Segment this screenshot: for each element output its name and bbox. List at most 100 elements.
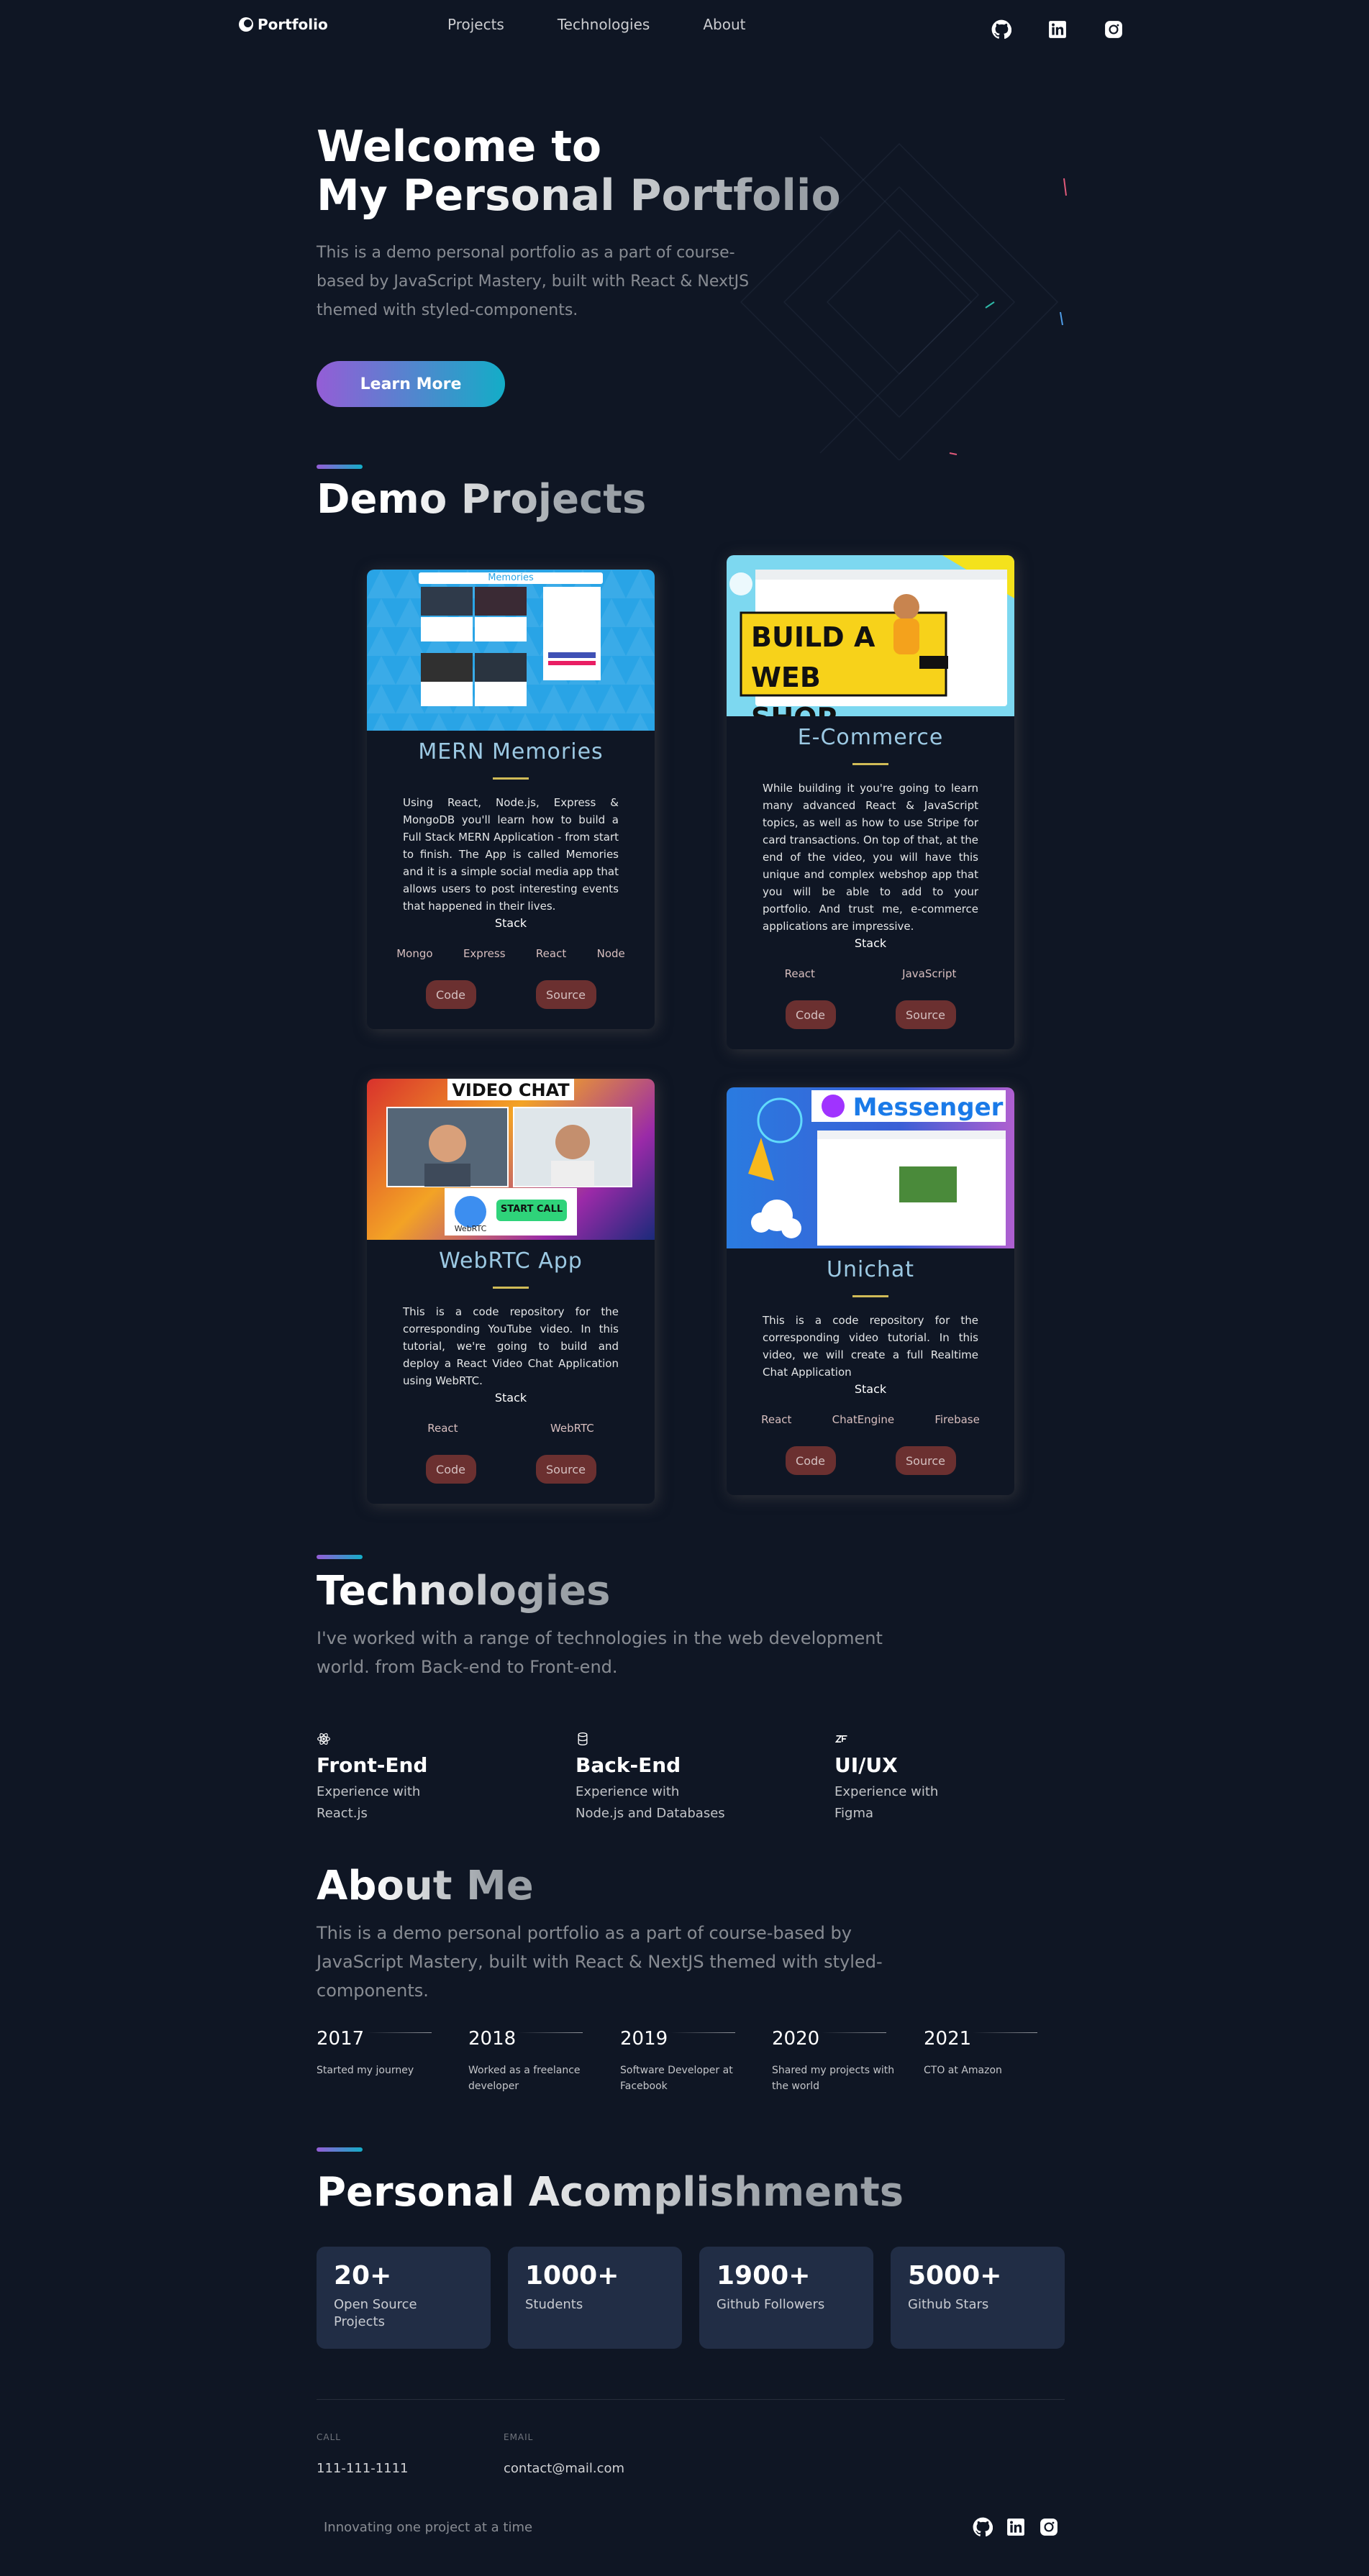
- webshop-image-title: BUILD A WEB SHOP: [751, 621, 875, 716]
- stat-label: Students: [525, 2297, 583, 2312]
- project-actions: Code Source: [367, 960, 655, 1029]
- tech-line: Experience with: [834, 1784, 939, 1799]
- timeline-connector: [367, 2032, 432, 2033]
- tech-line: Node.js and Databases: [576, 1806, 725, 1821]
- tag: ChatEngine: [832, 1413, 895, 1426]
- timeline-connector: [822, 2032, 886, 2033]
- tag: JavaScript: [902, 967, 957, 980]
- tag: React: [761, 1413, 792, 1426]
- timeline-connector: [670, 2032, 735, 2033]
- project-card-mern-memories: Memories MERN Memories Using React, Node…: [367, 570, 655, 1029]
- database-icon: [578, 1732, 588, 1746]
- project-tags: React WebRTC: [367, 1405, 655, 1435]
- timeline-connector: [518, 2032, 583, 2033]
- timeline-year: 2018: [468, 2028, 517, 2050]
- linkedin-icon[interactable]: [1047, 19, 1068, 40]
- about-title: About Me: [317, 1863, 534, 1909]
- tech-frontend: Front-End Experience with React.js: [317, 1732, 504, 1824]
- tech-title: UI/UX: [834, 1753, 898, 1777]
- call-label: CALL: [317, 2432, 341, 2442]
- project-description: While building it you're going to learn …: [763, 782, 978, 933]
- title-underline: [852, 1295, 888, 1297]
- stat-open-source: 20+ Open Source Projects: [317, 2247, 491, 2349]
- timeline-item-2021: 2021 CTO at Amazon: [924, 2028, 1068, 2078]
- project-image-unichat: Messenger: [727, 1087, 1014, 1248]
- project-image-ecommerce: BUILD A WEB SHOP: [727, 555, 1014, 716]
- stat-number: 20+: [334, 2261, 392, 2290]
- stat-number: 1000+: [525, 2261, 619, 2290]
- github-icon[interactable]: [991, 19, 1011, 40]
- stack-label: Stack: [854, 1382, 887, 1396]
- title-underline: [852, 763, 888, 765]
- code-button[interactable]: Code: [785, 1446, 836, 1475]
- project-image-webrtc: VIDEO CHAT START CALL WebRTC: [367, 1079, 655, 1240]
- title-underline: [493, 777, 529, 780]
- nav-link-technologies[interactable]: Technologies: [558, 16, 650, 33]
- stat-label: Github Followers: [717, 2297, 825, 2312]
- code-button[interactable]: Code: [425, 1455, 476, 1484]
- logo-text: Portfolio: [258, 16, 328, 33]
- stat-students: 1000+ Students: [508, 2247, 682, 2349]
- linkedin-icon[interactable]: [1006, 2517, 1026, 2537]
- tag: Node: [596, 947, 625, 960]
- nav-link-projects[interactable]: Projects: [447, 16, 504, 33]
- timeline-item-2020: 2020 Shared my projects with the world: [772, 2028, 916, 2094]
- site-logo[interactable]: Portfolio: [239, 16, 328, 33]
- call-value[interactable]: 111-111-1111: [317, 2461, 409, 2476]
- source-button[interactable]: Source: [535, 980, 596, 1009]
- stat-github-followers: 1900+ Github Followers: [699, 2247, 873, 2349]
- footer-divider: [317, 2399, 1065, 2400]
- nav-link-about[interactable]: About: [703, 16, 745, 33]
- timeline-connector: [973, 2032, 1037, 2033]
- email-value[interactable]: contact@mail.com: [504, 2461, 624, 2476]
- project-tags: Mongo Express React Node: [367, 930, 655, 960]
- hero-description: This is a demo personal portfolio as a p…: [317, 244, 750, 319]
- tech-line: Figma: [834, 1806, 874, 1821]
- stat-number: 1900+: [717, 2261, 811, 2290]
- instagram-icon[interactable]: [1104, 19, 1124, 40]
- tech-line: React.js: [317, 1806, 368, 1821]
- project-actions: Code Source: [727, 1426, 1014, 1495]
- timeline-year: 2019: [620, 2028, 668, 2050]
- technologies-title: Technologies: [317, 1568, 611, 1614]
- timeline-text: Worked as a freelance developer: [468, 2065, 581, 2092]
- zeplin-icon: [834, 1735, 847, 1743]
- source-button[interactable]: Source: [895, 1446, 956, 1475]
- videochat-preview-illustration: [386, 1079, 632, 1236]
- title-underline: [493, 1287, 529, 1289]
- github-icon[interactable]: [973, 2517, 993, 2537]
- instagram-icon[interactable]: [1039, 2517, 1059, 2537]
- tech-description: Experience with React.js: [317, 1781, 504, 1824]
- main-nav: Projects Technologies About: [447, 16, 745, 33]
- stat-github-stars: 5000+ Github Stars: [891, 2247, 1065, 2349]
- source-button[interactable]: Source: [535, 1455, 596, 1484]
- code-button[interactable]: Code: [785, 1000, 836, 1029]
- tech-description: Experience with Figma: [834, 1781, 1022, 1824]
- timeline-text: Shared my projects with the world: [772, 2065, 895, 2092]
- footer-social-links: [973, 2517, 1059, 2537]
- project-title: WebRTC App: [439, 1248, 583, 1274]
- timeline-year: 2017: [317, 2028, 365, 2050]
- timeline-item-2018: 2018 Worked as a freelance developer: [468, 2028, 612, 2094]
- section-divider-technologies: [317, 1555, 363, 1559]
- tag: WebRTC: [550, 1422, 594, 1435]
- header-social-links: [991, 19, 1124, 40]
- project-card-webrtc: VIDEO CHAT START CALL WebRTC WebRTC App …: [367, 1079, 655, 1504]
- timeline-text: Started my journey: [317, 2065, 414, 2076]
- accomplishments-title: Personal Acomplishments: [317, 2169, 904, 2216]
- project-title: MERN Memories: [418, 739, 604, 764]
- timeline-text: CTO at Amazon: [924, 2065, 1002, 2076]
- source-button[interactable]: Source: [895, 1000, 956, 1029]
- tech-description: Experience with Node.js and Databases: [576, 1781, 763, 1824]
- tech-line: Experience with: [317, 1784, 421, 1799]
- webrtc-logo-label: WebRTC: [454, 1224, 487, 1233]
- code-button[interactable]: Code: [425, 980, 476, 1009]
- footer-slogan: Innovating one project at a time: [324, 2520, 533, 2535]
- about-description: This is a demo personal portfolio as a p…: [317, 1923, 883, 2001]
- project-image-mern: Memories: [367, 570, 655, 731]
- timeline-item-2017: 2017 Started my journey: [317, 2028, 460, 2078]
- learn-more-button[interactable]: Learn More: [317, 361, 505, 407]
- stack-label: Stack: [854, 936, 887, 950]
- hero-title-line1: Welcome to: [317, 122, 602, 172]
- project-actions: Code Source: [727, 980, 1014, 1049]
